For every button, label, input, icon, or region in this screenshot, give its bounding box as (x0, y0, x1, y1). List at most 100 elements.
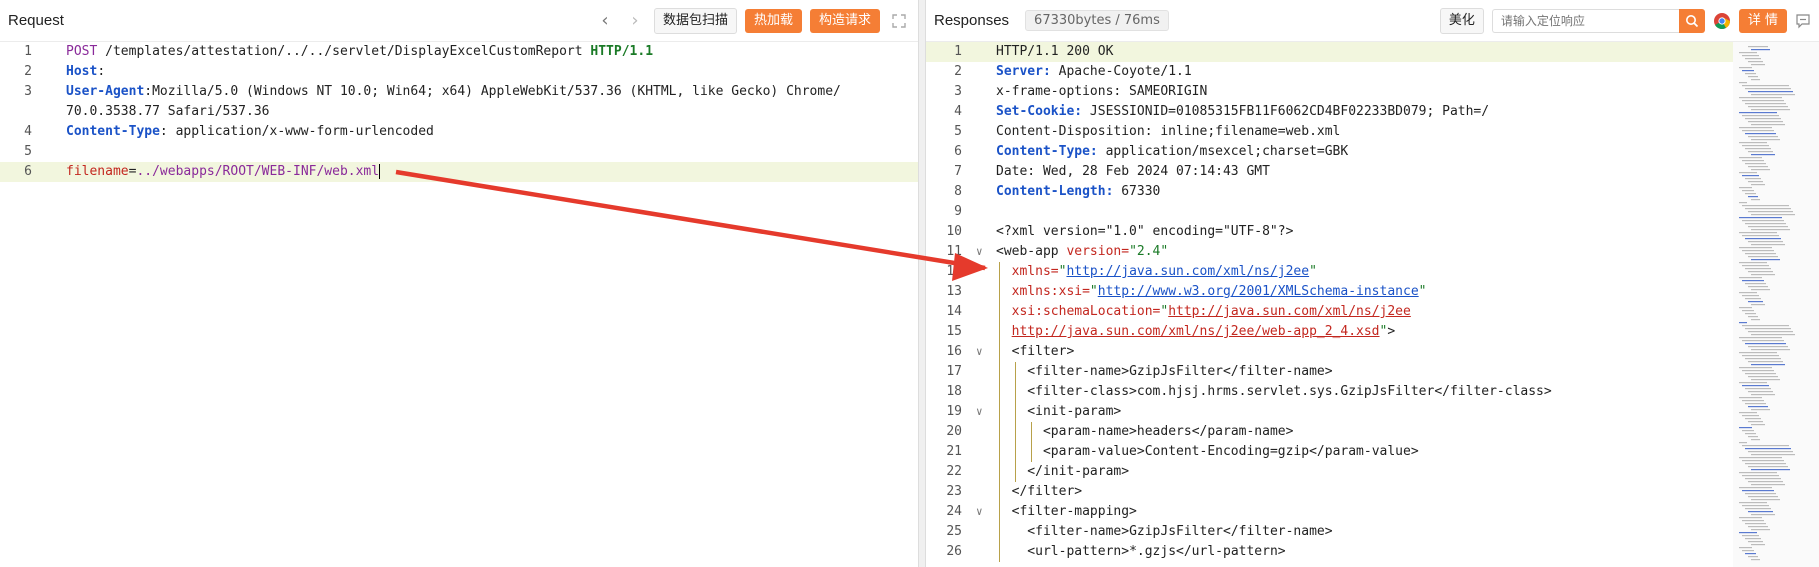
token: Apache-Coyote/1.1 (1050, 64, 1192, 79)
minimap-line (1742, 85, 1789, 87)
line-text: HTTP/1.1 200 OK (996, 42, 1113, 62)
minimap-line (1742, 160, 1764, 162)
token: <web-app (996, 244, 1067, 259)
token: JSESSIONID=01085315FB11F6062CD4BF02233BD… (1082, 104, 1490, 119)
minimap-line (1739, 67, 1752, 69)
code-line: 5 (0, 142, 918, 162)
minimap-line (1748, 496, 1778, 498)
response-search-input[interactable] (1491, 8, 1679, 33)
minimap-line (1742, 145, 1769, 147)
token: User-Agent (66, 84, 145, 99)
line-number: 3 (24, 84, 32, 99)
minimap-line (1751, 154, 1775, 156)
token[interactable]: http://java.sun.com/xml/ns/j2ee (1066, 264, 1309, 279)
line-number: 1 (954, 44, 962, 59)
minimap-line (1745, 178, 1761, 180)
line-text: filename=../webapps/ROOT/WEB-INF/web.xml (66, 162, 381, 182)
minimap-line (1751, 529, 1770, 531)
minimap-line (1748, 421, 1763, 423)
packet-scan-button[interactable]: 数据包扫描 (653, 7, 737, 34)
minimap-line (1748, 181, 1763, 183)
line-text: Host: (66, 62, 113, 82)
line-text: <filter-mapping> (996, 502, 1137, 522)
minimap-line (1739, 127, 1772, 129)
minimap-line (1748, 391, 1773, 393)
indent-guide (1031, 422, 1032, 462)
token: " (1418, 284, 1427, 299)
minimap-line (1745, 523, 1766, 525)
minimap-line (1742, 55, 1759, 57)
minimap-line (1742, 550, 1754, 552)
minimap-line (1739, 97, 1782, 99)
line-text: <param-value>Content-Encoding=gzip</para… (996, 442, 1419, 462)
line-number: 4 (954, 104, 962, 119)
token[interactable]: http://java.sun.com/xml/ns/j2ee (1168, 304, 1411, 319)
minimap-line (1739, 52, 1757, 54)
line-number: 17 (946, 364, 962, 379)
minimap[interactable] (1733, 42, 1819, 567)
fold-chevron-icon[interactable]: ∨ (976, 505, 983, 518)
line-text: <?xml version="1.0" encoding="UTF-8"?> (996, 222, 1293, 242)
token: Content-Type (66, 124, 160, 139)
code-line: 3 User-Agent:Mozilla/5.0 (Windows NT 10.0… (0, 82, 918, 102)
token: </url-pattern> (1176, 544, 1286, 559)
fullscreen-icon[interactable] (888, 10, 910, 32)
minimap-line (1742, 295, 1759, 297)
token: Host (66, 64, 98, 79)
minimap-line (1745, 418, 1761, 420)
minimap-line (1742, 70, 1754, 72)
minimap-line (1745, 373, 1776, 375)
code-line: 21 <param-value>Content-Encoding=gzip</p… (926, 442, 1819, 462)
minimap-line (1745, 163, 1766, 165)
forward-arrow-icon[interactable]: › (624, 10, 646, 32)
pane-divider[interactable] (918, 0, 926, 567)
minimap-line (1742, 220, 1784, 222)
beautify-button[interactable]: 美化 (1439, 7, 1484, 34)
code-line: 1 POST /templates/attestation/../../servl… (0, 42, 918, 62)
minimap-line (1739, 517, 1762, 519)
token[interactable]: http://www.w3.org/2001/XMLSchema-instanc… (1098, 284, 1419, 299)
chrome-icon[interactable] (1713, 12, 1731, 30)
fold-chevron-icon[interactable]: ∨ (976, 345, 983, 358)
fold-chevron-icon[interactable]: ∨ (976, 405, 983, 418)
token: /templates/attestation/../../servlet/Dis… (97, 44, 591, 59)
minimap-line (1742, 175, 1759, 177)
minimap-line (1739, 352, 1777, 354)
token[interactable]: http://java.sun.com/xml/ns/j2ee/web-app_… (1012, 324, 1380, 339)
line-number: 18 (946, 384, 962, 399)
token: <url-pattern> (996, 544, 1130, 559)
line-text: POST /templates/attestation/../../servle… (66, 42, 653, 62)
minimap-line (1745, 223, 1786, 225)
minimap-line (1742, 370, 1774, 372)
details-button[interactable]: 详 情 (1738, 8, 1787, 33)
minimap-line (1739, 217, 1782, 219)
minimap-line (1751, 409, 1770, 411)
minimap-line (1751, 169, 1770, 171)
token: filename (66, 164, 129, 179)
build-request-button[interactable]: 构造请求 (809, 8, 880, 33)
minimap-line (1745, 268, 1771, 270)
minimap-line (1745, 298, 1761, 300)
code-line: 4 Set-Cookie: JSESSIONID=01085315FB11F606… (926, 102, 1819, 122)
minimap-line (1748, 316, 1758, 318)
minimap-line (1751, 334, 1795, 336)
hot-reload-button[interactable]: 热加载 (744, 8, 802, 33)
back-arrow-icon[interactable]: ‹ (594, 10, 616, 32)
minimap-line (1748, 61, 1763, 63)
minimap-line (1739, 487, 1772, 489)
token: Content-Type: (996, 144, 1098, 159)
minimap-line (1751, 514, 1775, 516)
line-number: 3 (954, 84, 962, 99)
minimap-line (1739, 142, 1767, 144)
minimap-line (1745, 118, 1781, 120)
fold-chevron-icon[interactable]: ∨ (976, 245, 983, 258)
minimap-line (1742, 205, 1789, 207)
comment-icon[interactable] (1795, 13, 1811, 29)
minimap-line (1751, 214, 1795, 216)
minimap-line (1742, 415, 1759, 417)
search-icon[interactable] (1678, 8, 1705, 33)
line-number: 11 (946, 244, 962, 259)
minimap-line (1748, 196, 1758, 198)
request-editor[interactable]: 1 POST /templates/attestation/../../servl… (0, 42, 918, 567)
response-editor[interactable]: 1 HTTP/1.1 200 OK 2 Server: Apache-Coyote/1… (926, 42, 1819, 567)
